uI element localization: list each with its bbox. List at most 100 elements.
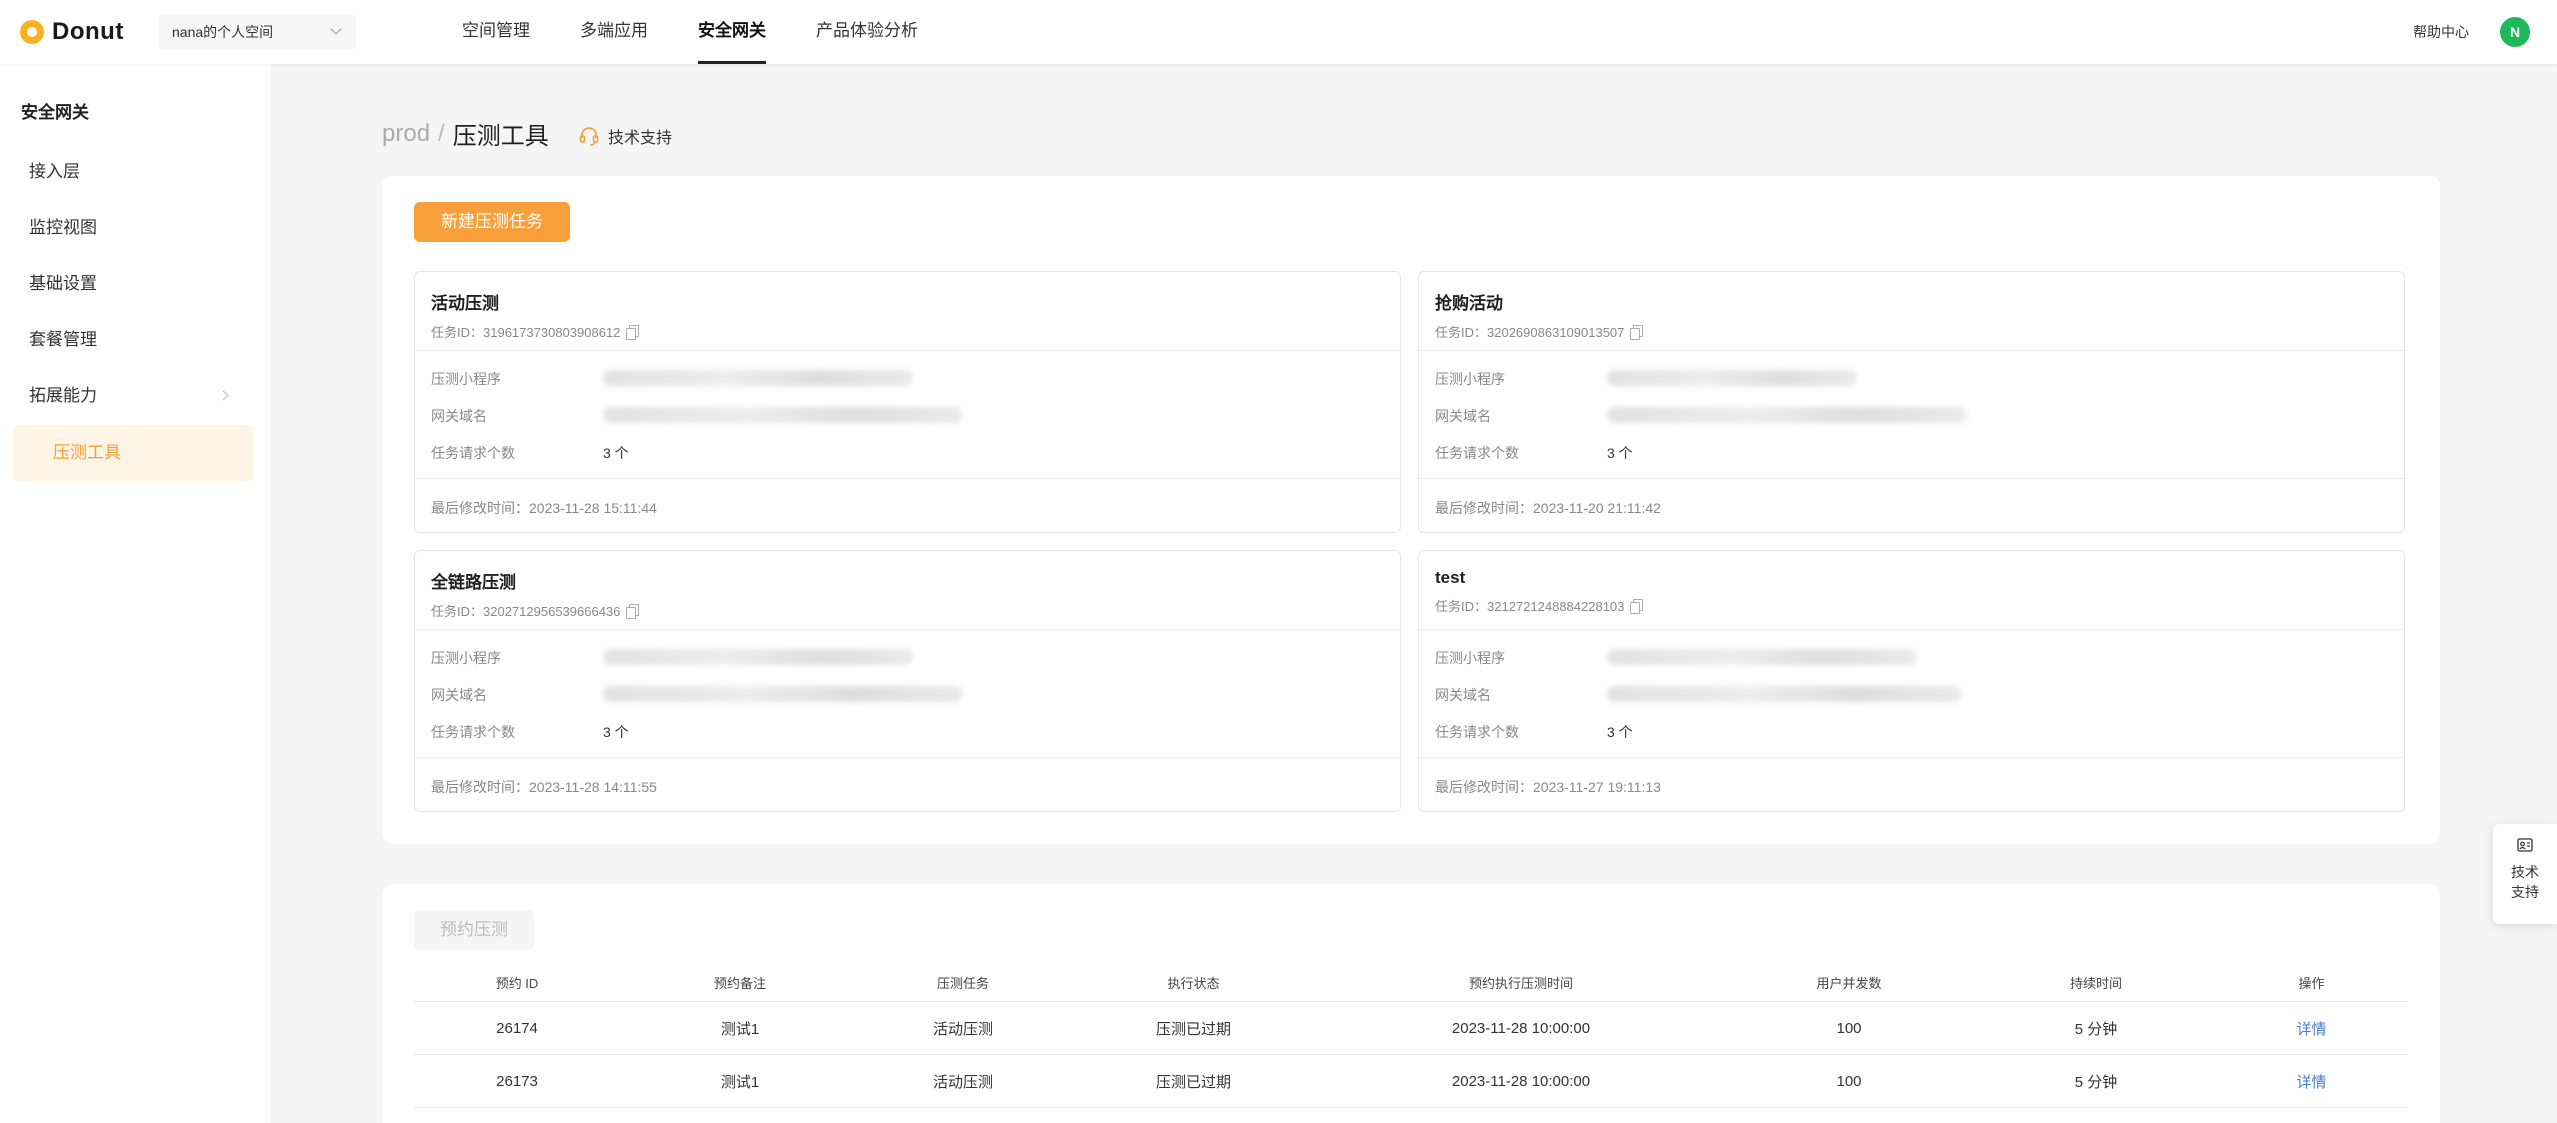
requests-label: 任务请求个数 — [1435, 724, 1519, 740]
chevron-right-icon — [218, 390, 229, 401]
copy-icon[interactable] — [626, 325, 640, 340]
sidebar-item-extensions[interactable]: 拓展能力 — [13, 368, 253, 424]
cell-status: 压测已过期 — [1155, 1073, 1231, 1091]
schedule-panel: 预约压测 预约 ID 预约备注 压测任务 执行状态 预约执行压测时间 用户并发数… — [382, 884, 2440, 1123]
cell-users: 100 — [1836, 1072, 1862, 1090]
program-label: 压测小程序 — [431, 650, 501, 666]
program-value-blurred — [1607, 370, 1857, 386]
task-card[interactable]: 活动压测 任务ID：3196173730803908612 压测小程序 网关域名… — [414, 271, 1401, 533]
workspace-select[interactable]: nana的个人空间 — [158, 14, 356, 50]
breadcrumb-env[interactable]: prod — [382, 120, 430, 148]
task-card-id: 任务ID：3196173730803908612 — [431, 322, 1384, 341]
requests-value: 3 个 — [1607, 445, 1633, 461]
requests-value: 3 个 — [603, 724, 629, 740]
modified-label: 最后修改时间： — [1435, 779, 1533, 795]
col-status: 执行状态 — [1167, 976, 1220, 991]
domain-value-blurred — [1607, 686, 1962, 702]
sidebar-item-basic-settings[interactable]: 基础设置 — [13, 256, 253, 312]
sidebar-item-monitor-view[interactable]: 监控视图 — [13, 200, 253, 256]
task-card-title: test — [1435, 568, 1466, 587]
cell-id: 26174 — [496, 1019, 538, 1037]
task-card-body: 压测小程序 网关域名 任务请求个数 3 个 — [415, 351, 1400, 479]
help-center-link[interactable]: 帮助中心 — [2413, 22, 2469, 42]
col-action: 操作 — [2298, 976, 2325, 991]
task-panel: 新建压测任务 活动压测 任务ID：3196173730803908612 压测小… — [382, 176, 2440, 844]
task-card-footer: 最后修改时间：2023-11-28 14:11:55 — [415, 758, 1400, 797]
task-id-label: 任务ID： — [431, 325, 484, 340]
col-duration: 持续时间 — [2069, 976, 2122, 991]
copy-icon[interactable] — [1630, 599, 1644, 614]
sidebar: 安全网关 接入层 监控视图 基础设置 套餐管理 拓展能力 压测工具 — [0, 64, 270, 1123]
col-schedule-id: 预约 ID — [495, 976, 539, 991]
cell-duration: 5 分钟 — [2074, 1073, 2118, 1091]
cell-task: 活动压测 — [932, 1073, 993, 1091]
col-concurrency: 用户并发数 — [1816, 976, 1882, 991]
program-label: 压测小程序 — [431, 371, 501, 387]
nav-space-management[interactable]: 空间管理 — [462, 0, 530, 64]
sidebar-item-access-layer[interactable]: 接入层 — [13, 144, 253, 200]
task-id-value: 3202690863109013507 — [1487, 325, 1625, 340]
program-value-blurred — [1607, 649, 1917, 665]
task-card[interactable]: 全链路压测 任务ID：3202712956539666436 压测小程序 网关域… — [414, 550, 1401, 812]
cell-status: 压测已过期 — [1155, 1020, 1231, 1038]
modified-value: 2023-11-28 15:11:44 — [529, 500, 657, 516]
schedule-load-test-button[interactable]: 预约压测 — [414, 910, 534, 950]
task-card-id: 任务ID：3212721248884228103 — [1435, 596, 2388, 615]
cell-id: 26173 — [496, 1072, 538, 1090]
nav-security-gateway[interactable]: 安全网关 — [698, 0, 766, 64]
task-card-body: 压测小程序 网关域名 任务请求个数 3 个 — [1419, 630, 2404, 758]
sidebar-item-plan-management[interactable]: 套餐管理 — [13, 312, 253, 368]
program-label: 压测小程序 — [1435, 371, 1505, 387]
program-value-blurred — [603, 370, 913, 386]
col-schedule-time: 预约执行压测时间 — [1468, 976, 1573, 991]
sidebar-item-load-test-tool[interactable]: 压测工具 — [13, 425, 253, 481]
modified-value: 2023-11-28 14:11:55 — [529, 779, 657, 795]
domain-label: 网关域名 — [1435, 408, 1491, 424]
details-link[interactable]: 详情 — [2215, 1018, 2408, 1039]
user-avatar[interactable]: N — [2500, 17, 2530, 47]
task-card-footer: 最后修改时间：2023-11-27 19:11:13 — [1419, 758, 2404, 797]
contact-card-icon — [2493, 838, 2557, 858]
cell-users: 100 — [1836, 1019, 1862, 1037]
copy-icon[interactable] — [626, 604, 640, 619]
table-row: 26174 测试1 活动压测 压测已过期 2023-11-28 10:00:00… — [414, 1002, 2408, 1055]
task-card-body: 压测小程序 网关域名 任务请求个数 3 个 — [1419, 351, 2404, 479]
task-id-value: 3212721248884228103 — [1487, 599, 1625, 614]
page-title: 压测工具 — [452, 123, 549, 150]
task-id-label: 任务ID： — [1435, 325, 1488, 340]
domain-label: 网关域名 — [431, 687, 487, 703]
breadcrumb-separator: / — [438, 119, 445, 147]
floating-support-button[interactable]: 技术 支持 — [2493, 824, 2557, 924]
tech-support-label: 技术支持 — [608, 130, 673, 147]
modified-label: 最后修改时间： — [1435, 500, 1533, 516]
floating-support-label-1: 技术 — [2511, 864, 2539, 880]
app-name: Donut — [52, 18, 124, 45]
nav-multi-platform[interactable]: 多端应用 — [580, 0, 648, 64]
breadcrumb: prod / 压测工具 — [382, 116, 549, 151]
schedule-table: 预约 ID 预约备注 压测任务 执行状态 预约执行压测时间 用户并发数 持续时间… — [414, 964, 2408, 1108]
task-card[interactable]: test 任务ID：3212721248884228103 压测小程序 网关域名… — [1418, 550, 2405, 812]
copy-icon[interactable] — [1630, 325, 1644, 340]
tech-support-link[interactable]: 技术支持 — [578, 124, 672, 148]
domain-value-blurred — [603, 407, 963, 423]
requests-label: 任务请求个数 — [431, 724, 515, 740]
col-task: 压测任务 — [936, 976, 989, 991]
domain-label: 网关域名 — [431, 408, 487, 424]
top-nav: 空间管理 多端应用 安全网关 产品体验分析 — [462, 0, 968, 64]
app-logo[interactable]: Donut — [20, 18, 124, 46]
workspace-select-value: nana的个人空间 — [172, 24, 274, 40]
details-link[interactable]: 详情 — [2215, 1071, 2408, 1092]
cell-time: 2023-11-28 10:00:00 — [1451, 1019, 1591, 1037]
cell-note: 测试1 — [720, 1073, 760, 1091]
new-load-test-button[interactable]: 新建压测任务 — [414, 202, 570, 242]
cell-time: 2023-11-28 10:00:00 — [1451, 1072, 1591, 1090]
nav-experience-analytics[interactable]: 产品体验分析 — [816, 0, 918, 64]
table-header: 预约 ID 预约备注 压测任务 执行状态 预约执行压测时间 用户并发数 持续时间… — [414, 964, 2408, 1002]
task-id-label: 任务ID： — [1435, 599, 1488, 614]
task-id-label: 任务ID： — [431, 604, 484, 619]
task-card[interactable]: 抢购活动 任务ID：3202690863109013507 压测小程序 网关域名… — [1418, 271, 2405, 533]
program-label: 压测小程序 — [1435, 650, 1505, 666]
task-card-title: 抢购活动 — [1435, 294, 1503, 313]
task-id-value: 3202712956539666436 — [483, 604, 621, 619]
cell-task: 活动压测 — [932, 1020, 993, 1038]
